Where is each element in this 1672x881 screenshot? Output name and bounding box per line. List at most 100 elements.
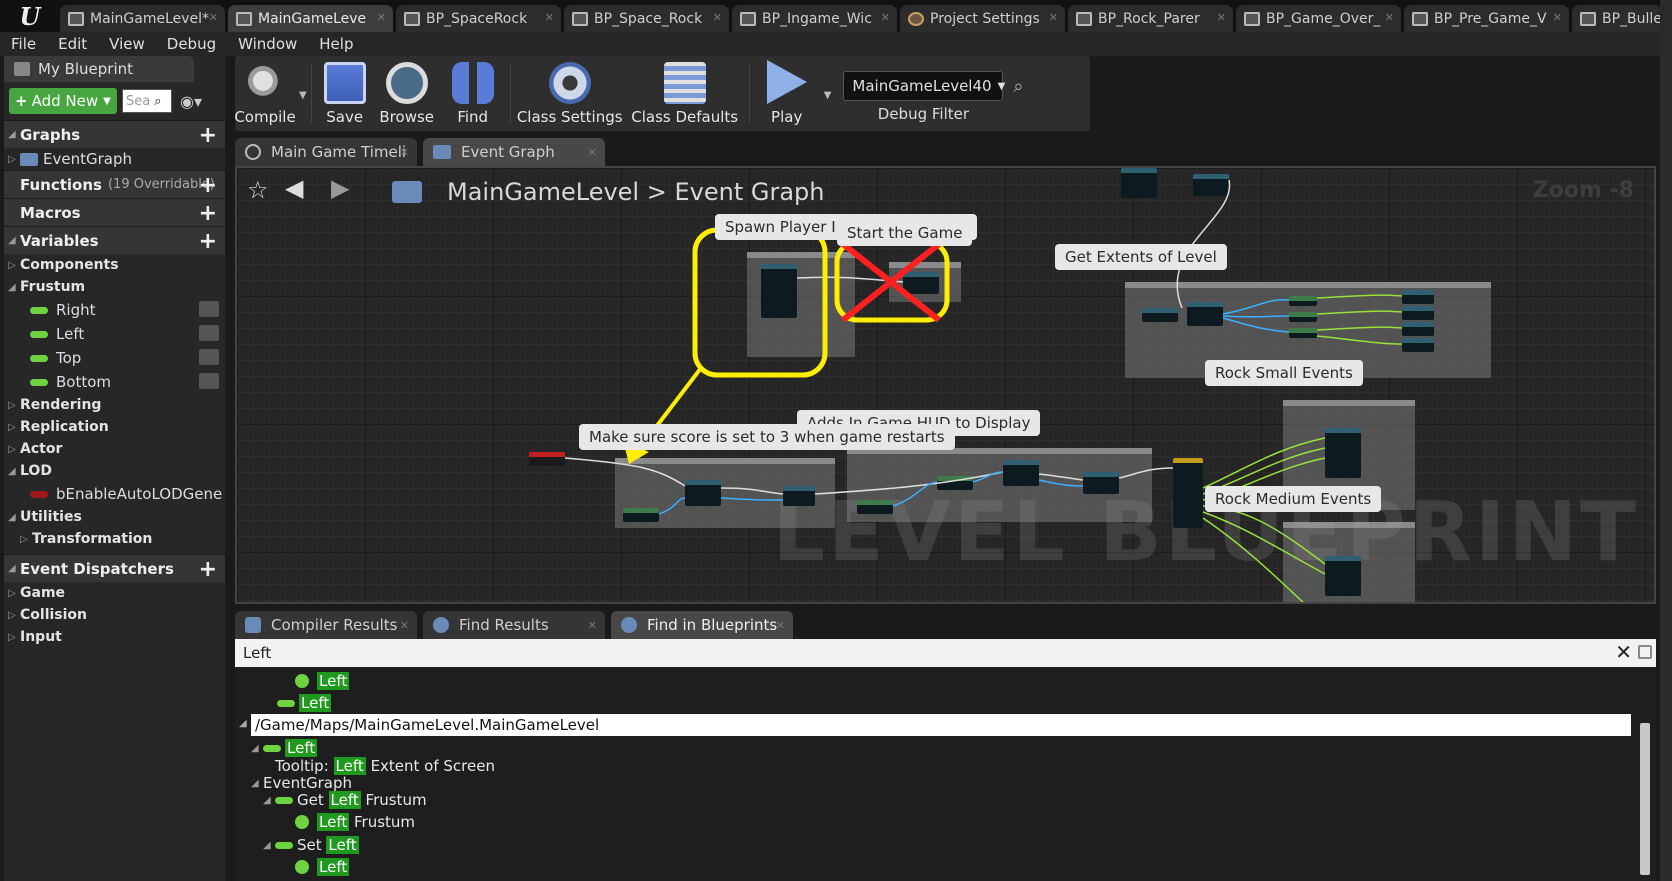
comment-score-reset[interactable]: Make sure score is set to 3 when game re… <box>579 424 955 450</box>
clear-search-icon[interactable]: ✕ <box>1615 640 1632 664</box>
close-tab-icon[interactable]: ✕ <box>588 619 597 632</box>
category-replication[interactable]: ▷ Replication <box>4 416 225 438</box>
result-asset-path[interactable]: /Game/Maps/MainGameLevel.MainGameLevel <box>251 714 1631 736</box>
doc-tab-bp-game-over[interactable]: BP_Game_Over_ ✕ <box>1236 5 1401 32</box>
tab-main-game-timeline[interactable]: Main Game Timeli ✕ <box>235 138 417 166</box>
doc-tab-project-settings[interactable]: Project Settings ✕ <box>900 5 1065 32</box>
section-functions[interactable]: Functions (19 Overridable) + <box>4 170 225 198</box>
close-tab-icon[interactable]: ✕ <box>400 619 409 632</box>
category-rendering[interactable]: ▷ Rendering <box>4 394 225 416</box>
visibility-toggle-icon[interactable] <box>199 301 219 317</box>
expand-arrow-icon[interactable]: ◢ <box>239 718 247 729</box>
category-collision[interactable]: ▷ Collision <box>4 604 225 626</box>
tab-find-in-blueprints[interactable]: Find in Blueprints ✕ <box>611 611 793 639</box>
doc-tab-bp-rock-parent[interactable]: BP_Rock_Parer ✕ <box>1068 5 1233 32</box>
variable-left[interactable]: Left <box>4 322 225 346</box>
category-frustum[interactable]: ◢ Frustum <box>4 276 225 298</box>
class-defaults-button[interactable]: Class Defaults <box>625 56 745 131</box>
add-macro-icon[interactable]: + <box>199 201 217 226</box>
doc-tab-maingamelevel-map[interactable]: MainGameLevel* ✕ <box>60 5 225 32</box>
section-variables[interactable]: ◢ Variables + <box>4 226 225 254</box>
results-scrollbar[interactable] <box>1640 723 1650 875</box>
menu-debug[interactable]: Debug <box>167 35 216 53</box>
add-variable-icon[interactable]: + <box>199 229 217 254</box>
compile-button[interactable]: Compile <box>234 56 296 131</box>
close-tab-icon[interactable]: ✕ <box>545 11 554 24</box>
find-in-blueprints-search-input[interactable]: Left ✕ <box>235 639 1656 667</box>
close-tab-icon[interactable]: ✕ <box>209 11 218 24</box>
compile-options-dropdown-icon[interactable]: ▼ <box>299 90 307 131</box>
variable-bottom[interactable]: Bottom <box>4 370 225 394</box>
section-graphs[interactable]: ◢ Graphs + <box>4 120 225 148</box>
doc-tab-bp-spacerock[interactable]: BP_SpaceRock ✕ <box>396 5 561 32</box>
doc-tab-maingamelevel-blueprint[interactable]: MainGameLeve ✕ <box>228 5 393 32</box>
close-tab-icon[interactable]: ✕ <box>1385 11 1394 24</box>
category-input[interactable]: ▷ Input <box>4 626 225 648</box>
search-input[interactable]: Sea ⌕ <box>122 89 172 113</box>
add-dispatcher-icon[interactable]: + <box>199 557 217 582</box>
doc-tab-bp-pre-game[interactable]: BP_Pre_Game_V ✕ <box>1404 5 1569 32</box>
doc-tab-bp-ingame-widget[interactable]: BP_Ingame_Wic ✕ <box>732 5 897 32</box>
save-button[interactable]: Save <box>316 56 374 131</box>
close-tab-icon[interactable]: ✕ <box>776 619 785 632</box>
category-utilities[interactable]: ◢ Utilities <box>4 506 225 528</box>
menu-help[interactable]: Help <box>319 35 353 53</box>
graph-item-eventgraph[interactable]: ▷ EventGraph <box>4 148 225 170</box>
unreal-logo-icon[interactable]: U <box>0 0 60 32</box>
visibility-toggle-icon[interactable] <box>199 373 219 389</box>
variable-top[interactable]: Top <box>4 346 225 370</box>
close-tab-icon[interactable]: ✕ <box>881 11 890 24</box>
category-actor[interactable]: ▷ Actor <box>4 438 225 460</box>
close-tab-icon[interactable]: ✕ <box>713 11 722 24</box>
comment-get-extents[interactable]: Get Extents of Level <box>1055 244 1227 270</box>
close-tab-icon[interactable]: ✕ <box>400 146 409 159</box>
play-options-dropdown-icon[interactable]: ▼ <box>824 90 832 131</box>
eye-icon[interactable]: ◉▾ <box>180 92 202 111</box>
window-scrollbar[interactable] <box>1660 0 1672 881</box>
tab-event-graph[interactable]: Event Graph ✕ <box>423 138 605 166</box>
add-new-button[interactable]: + Add New ▼ <box>9 88 117 114</box>
doc-tab-bp-bullet[interactable]: BP_Bulle <box>1572 5 1662 32</box>
event-graph-canvas[interactable]: ☆ ◀ ▶ MainGameLevel > Event Graph Zoom -… <box>235 166 1656 604</box>
comment-start-game[interactable]: Start the Game <box>837 220 973 246</box>
menu-window[interactable]: Window <box>238 35 297 53</box>
comment-rock-medium[interactable]: Rock Medium Events <box>1205 486 1382 512</box>
category-transformation[interactable]: ▷ Transformation <box>4 528 225 550</box>
tab-compiler-results[interactable]: Compiler Results ✕ <box>235 611 417 639</box>
find-button[interactable]: Find <box>440 56 506 131</box>
close-tab-icon[interactable]: ✕ <box>1217 11 1226 24</box>
result-item[interactable]: Left <box>295 670 350 692</box>
category-lod[interactable]: ◢ LOD <box>4 460 225 482</box>
lock-icon[interactable] <box>1638 645 1652 659</box>
variable-right[interactable]: Right <box>4 298 225 322</box>
result-item[interactable]: Left Frustum <box>295 811 415 833</box>
result-item[interactable]: Left <box>295 856 350 878</box>
section-macros[interactable]: Macros + <box>4 198 225 226</box>
tab-find-results[interactable]: Find Results ✕ <box>423 611 605 639</box>
add-graph-icon[interactable]: + <box>199 123 217 148</box>
my-blueprint-tab[interactable]: My Blueprint <box>4 56 194 82</box>
debug-search-icon[interactable]: ⌕ <box>1013 76 1023 131</box>
close-tab-icon[interactable]: ✕ <box>588 146 597 159</box>
visibility-toggle-icon[interactable] <box>199 349 219 365</box>
browse-button[interactable]: Browse <box>374 56 440 131</box>
doc-tab-bp-space-rock[interactable]: BP_Space_Rock ✕ <box>564 5 729 32</box>
debug-object-select[interactable]: MainGameLevel40 ▼ <box>843 71 1005 101</box>
result-item[interactable]: Left <box>277 692 332 714</box>
menu-file[interactable]: File <box>11 35 36 53</box>
result-item[interactable]: ◢ Set Left <box>263 834 359 856</box>
result-item[interactable]: ◢ Get Left Frustum <box>263 789 427 811</box>
category-components[interactable]: ▷ Components <box>4 254 225 276</box>
section-event-dispatchers[interactable]: ◢ Event Dispatchers + <box>4 554 225 582</box>
category-game[interactable]: ▷ Game <box>4 582 225 604</box>
close-tab-icon[interactable]: ✕ <box>377 11 386 24</box>
comment-rock-small[interactable]: Rock Small Events <box>1205 360 1363 386</box>
play-button[interactable]: Play <box>754 56 820 131</box>
menu-view[interactable]: View <box>109 35 145 53</box>
variable-benableautolod[interactable]: bEnableAutoLODGene <box>4 482 225 506</box>
close-tab-icon[interactable]: ✕ <box>1049 11 1058 24</box>
add-function-icon[interactable]: + <box>199 173 217 198</box>
class-settings-button[interactable]: Class Settings <box>515 56 625 131</box>
close-tab-icon[interactable]: ✕ <box>1553 11 1562 24</box>
menu-edit[interactable]: Edit <box>58 35 87 53</box>
